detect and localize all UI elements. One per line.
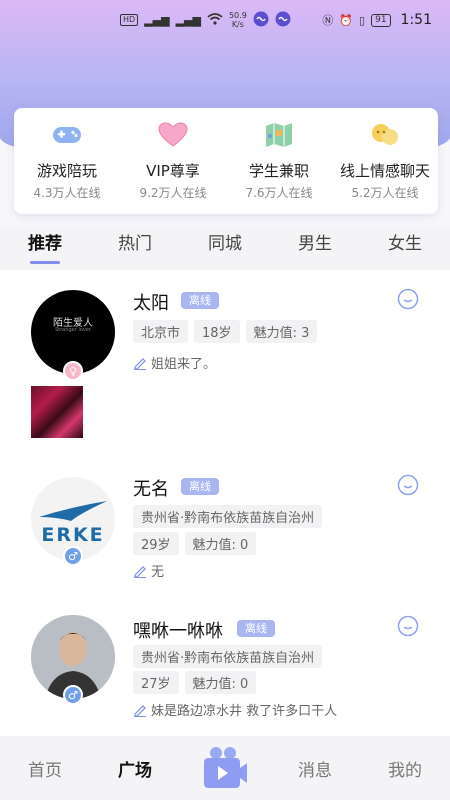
- tab-male[interactable]: 男生: [270, 228, 360, 270]
- status-text: 姐姐来了。: [151, 357, 217, 372]
- avatar-text: ERKE: [41, 524, 105, 546]
- gender-male-icon: ♂: [63, 546, 83, 566]
- map-icon: [263, 120, 295, 150]
- pencil-icon: [134, 704, 146, 717]
- feature-online-count: 4.3万人在线: [33, 186, 101, 200]
- user-tags-row2: 27岁 魅力值: 0: [133, 671, 257, 694]
- feature-title: 线上情感聊天: [339, 162, 430, 180]
- user-tags: 北京市 18岁 魅力值: 3: [133, 320, 318, 343]
- list-item[interactable]: ♂ 嘿咻一咻咻 离线 贵州省·黔南布依族苗族自治州 27岁 魅力值: 0 妹是路…: [0, 605, 450, 736]
- tag-location: 北京市: [133, 320, 189, 343]
- user-feed: 陌生爱人 Stranger lover ♀ 太阳 离线 北京市 18岁 魅力值:…: [0, 270, 450, 736]
- feature-emotional-chat[interactable]: 线上情感聊天 5.2万人在线: [332, 108, 438, 214]
- tag-age: 18岁: [194, 320, 240, 343]
- wifi-icon: [207, 12, 223, 28]
- gender-male-icon: ♂: [63, 685, 83, 705]
- gender-female-icon: ♀: [63, 361, 83, 381]
- nfc-icon: Ⓝ: [322, 14, 334, 27]
- user-status: 妹是路边凉水井 救了许多口干人: [133, 700, 337, 719]
- video-camera-icon: [204, 747, 247, 788]
- nav-video-button[interactable]: [180, 744, 270, 792]
- bottom-nav: 首页 广场 消息 我的: [0, 736, 450, 800]
- feature-vip[interactable]: VIP尊享 9.2万人在线: [120, 108, 226, 214]
- chat-icon[interactable]: [397, 615, 419, 637]
- tab-recommend[interactable]: 推荐: [0, 228, 90, 270]
- tag-charm: 魅力值: 0: [184, 671, 257, 694]
- nav-messages[interactable]: 消息: [270, 756, 360, 781]
- user-status: 姐姐来了。: [133, 353, 216, 372]
- list-item[interactable]: 陌生爱人 Stranger lover ♀ 太阳 离线 北京市 18岁 魅力值:…: [0, 270, 450, 460]
- gamepad-icon: [51, 120, 83, 150]
- vibrate-icon: ▯: [359, 13, 366, 27]
- signal-icon: ▂▄▆: [144, 13, 170, 27]
- hd-icon: HD: [120, 14, 139, 26]
- nav-square[interactable]: 广场: [90, 756, 180, 781]
- chat-icon[interactable]: [397, 288, 419, 310]
- feature-online-count: 7.6万人在线: [245, 186, 313, 200]
- status-text: 妹是路边凉水井 救了许多口干人: [151, 704, 338, 719]
- tab-same-city[interactable]: 同城: [180, 228, 270, 270]
- battery-indicator: 91: [371, 13, 391, 27]
- user-name[interactable]: 无名: [133, 475, 169, 501]
- user-tags-row2: 29岁 魅力值: 0: [133, 532, 257, 555]
- pencil-icon: [134, 565, 146, 578]
- tab-female[interactable]: 女生: [360, 228, 450, 270]
- tag-charm: 魅力值: 0: [184, 532, 257, 555]
- user-tags-row1: 贵州省·黔南布依族苗族自治州: [133, 505, 323, 528]
- heart-icon: [157, 120, 189, 150]
- list-item[interactable]: ERKE ♂ 无名 离线 贵州省·黔南布依族苗族自治州 29岁 魅力值: 0 无: [0, 460, 450, 605]
- user-name[interactable]: 嘿咻一咻咻: [133, 617, 223, 643]
- feature-title: 学生兼职: [248, 162, 309, 180]
- tag-location: 贵州省·黔南布依族苗族自治州: [133, 505, 323, 528]
- alarm-icon: ⏰: [339, 13, 354, 27]
- tag-age: 29岁: [133, 532, 179, 555]
- feature-online-count: 5.2万人在线: [351, 186, 419, 200]
- feature-title: 游戏陪玩: [36, 162, 97, 180]
- network-speed: 50.9 K/s: [228, 11, 247, 29]
- nav-home[interactable]: 首页: [0, 756, 90, 781]
- feature-title: VIP尊享: [146, 162, 200, 180]
- signal-icon-2: ▂▄▆: [175, 13, 201, 27]
- status-badge: 离线: [181, 478, 219, 495]
- tag-charm: 魅力值: 3: [245, 320, 318, 343]
- user-tags-row1: 贵州省·黔南布依族苗族自治州: [133, 645, 323, 668]
- link-icon-2: [275, 11, 291, 30]
- tag-age: 27岁: [133, 671, 179, 694]
- chat-bubbles-icon: [369, 120, 401, 150]
- pencil-icon: [134, 357, 146, 370]
- status-badge: 离线: [237, 620, 275, 637]
- clock: 1:51: [400, 12, 432, 28]
- category-tabs: 推荐 热门 同城 男生 女生: [0, 228, 450, 270]
- nav-mine[interactable]: 我的: [360, 756, 450, 781]
- feature-card: 游戏陪玩 4.3万人在线 VIP尊享 9.2万人在线 学生兼职 7.6万人在线 …: [14, 108, 438, 214]
- status-text: 无: [151, 565, 165, 580]
- status-bar: HD ▂▄▆ ▂▄▆ 50.9 K/s Ⓝ ⏰ ▯ 91 1:51: [0, 0, 450, 40]
- feature-student-job[interactable]: 学生兼职 7.6万人在线: [226, 108, 332, 214]
- status-badge: 离线: [181, 292, 219, 309]
- feature-game-companion[interactable]: 游戏陪玩 4.3万人在线: [14, 108, 120, 214]
- user-name[interactable]: 太阳: [133, 289, 169, 315]
- tag-location: 贵州省·黔南布依族苗族自治州: [133, 645, 323, 668]
- avatar-subtext: Stranger lover: [55, 327, 91, 333]
- user-status: 无: [133, 561, 164, 580]
- link-icon: [253, 11, 269, 30]
- feature-online-count: 9.2万人在线: [139, 186, 207, 200]
- chat-icon[interactable]: [397, 474, 419, 496]
- tab-hot[interactable]: 热门: [90, 228, 180, 270]
- post-photo[interactable]: [31, 386, 83, 438]
